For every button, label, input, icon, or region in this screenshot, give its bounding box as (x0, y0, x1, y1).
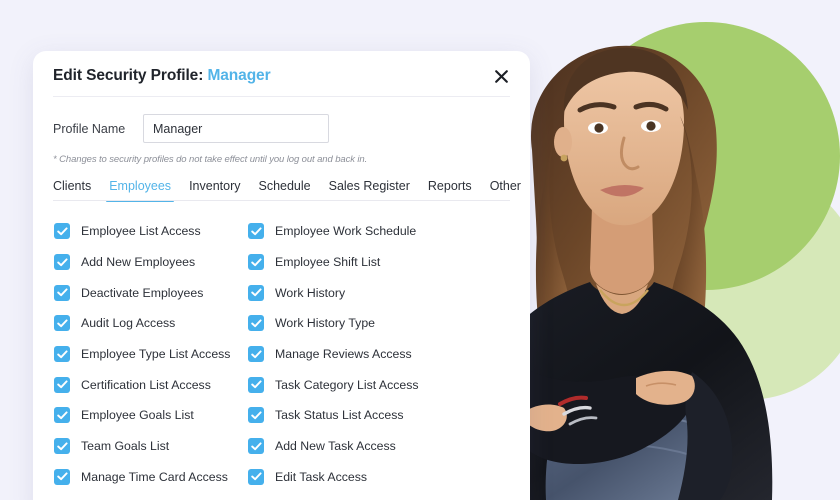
permission-item[interactable]: Employee Type List Access (54, 339, 248, 370)
permission-label: Employee Shift List (275, 255, 381, 270)
checkbox-checked-icon[interactable] (248, 254, 264, 271)
security-profile-note: * Changes to security profiles do not ta… (53, 154, 368, 165)
permission-label: Add New Employees (81, 255, 196, 270)
profile-name-label: Profile Name (53, 121, 126, 136)
tab-schedule[interactable]: Schedule (258, 179, 310, 201)
permission-item[interactable]: Employee Shift List (248, 247, 510, 278)
checkbox-checked-icon[interactable] (54, 315, 70, 332)
permission-item[interactable]: Add New Task Access (248, 431, 510, 462)
checkbox-checked-icon[interactable] (248, 223, 264, 240)
permission-item[interactable]: Audit Log Access (54, 308, 248, 339)
permissions-grid: Employee List Access Employee Work Schedu… (33, 202, 530, 492)
checkbox-checked-icon[interactable] (54, 376, 70, 393)
permission-label: Employee Goals List (81, 408, 194, 423)
permission-item[interactable]: Employee Goals List (54, 400, 248, 431)
checkbox-checked-icon[interactable] (248, 284, 264, 301)
permission-label: Team Goals List (81, 439, 170, 454)
permission-label: Task Category List Access (275, 377, 419, 392)
permission-item[interactable]: Employee List Access (54, 216, 248, 247)
tab-other[interactable]: Other (490, 179, 521, 201)
permission-item[interactable]: Manage Reviews Access (248, 339, 510, 370)
permission-label: Employee List Access (81, 224, 201, 239)
checkbox-checked-icon[interactable] (248, 346, 264, 363)
checkbox-checked-icon[interactable] (54, 254, 70, 271)
checkbox-checked-icon[interactable] (248, 438, 264, 455)
tab-bar-rule (53, 200, 510, 201)
permission-item[interactable]: Work History (248, 277, 510, 308)
permission-label: Work History (275, 285, 346, 300)
permission-label: Certification List Access (81, 377, 211, 392)
tab-employees[interactable]: Employees (106, 179, 174, 202)
checkbox-checked-icon[interactable] (54, 346, 70, 363)
profile-name-row: Profile Name (33, 97, 530, 143)
permission-item[interactable]: Work History Type (248, 308, 510, 339)
close-icon[interactable] (490, 65, 512, 87)
page-title: Edit Security Profile: Manager (53, 67, 510, 85)
permission-item[interactable]: Deactivate Employees (54, 277, 248, 308)
checkbox-checked-icon[interactable] (54, 407, 70, 424)
tab-bar: Clients Employees Inventory Schedule Sales R… (33, 179, 530, 202)
permission-label: Add New Task Access (275, 439, 396, 454)
permission-item[interactable]: Edit Task Access (248, 462, 510, 493)
tab-sales-register[interactable]: Sales Register (329, 179, 410, 201)
permission-label: Manage Time Card Access (81, 469, 228, 484)
tab-reports[interactable]: Reports (428, 179, 472, 201)
permission-item[interactable]: Task Category List Access (248, 369, 510, 400)
profile-name-input[interactable] (143, 114, 329, 143)
permission-label: Employee Type List Access (81, 347, 231, 362)
checkbox-checked-icon[interactable] (54, 438, 70, 455)
permission-label: Task Status List Access (275, 408, 404, 423)
checkbox-checked-icon[interactable] (248, 315, 264, 332)
permission-label: Edit Task Access (275, 469, 368, 484)
permission-item[interactable]: Certification List Access (54, 369, 248, 400)
permission-label: Audit Log Access (81, 316, 176, 331)
checkbox-checked-icon[interactable] (248, 407, 264, 424)
checkbox-checked-icon[interactable] (248, 376, 264, 393)
permission-item[interactable]: Employee Work Schedule (248, 216, 510, 247)
edit-security-profile-dialog: Edit Security Profile: Manager Profile N… (33, 51, 530, 500)
tab-inventory[interactable]: Inventory (189, 179, 240, 201)
permission-label: Deactivate Employees (81, 285, 204, 300)
permission-item[interactable]: Add New Employees (54, 247, 248, 278)
dialog-header: Edit Security Profile: Manager (33, 51, 530, 96)
tab-clients[interactable]: Clients (53, 179, 91, 201)
permission-label: Employee Work Schedule (275, 224, 417, 239)
checkbox-checked-icon[interactable] (54, 468, 70, 485)
dialog-title-profile-name: Manager (207, 67, 271, 84)
checkbox-checked-icon[interactable] (54, 284, 70, 301)
permission-item[interactable]: Task Status List Access (248, 400, 510, 431)
checkbox-checked-icon[interactable] (54, 223, 70, 240)
checkbox-checked-icon[interactable] (248, 468, 264, 485)
permission-label: Work History Type (275, 316, 375, 331)
permission-item[interactable]: Team Goals List (54, 431, 248, 462)
permission-label: Manage Reviews Access (275, 347, 412, 362)
permission-item[interactable]: Manage Time Card Access (54, 462, 248, 493)
dialog-title-prefix: Edit Security Profile: (53, 67, 204, 84)
